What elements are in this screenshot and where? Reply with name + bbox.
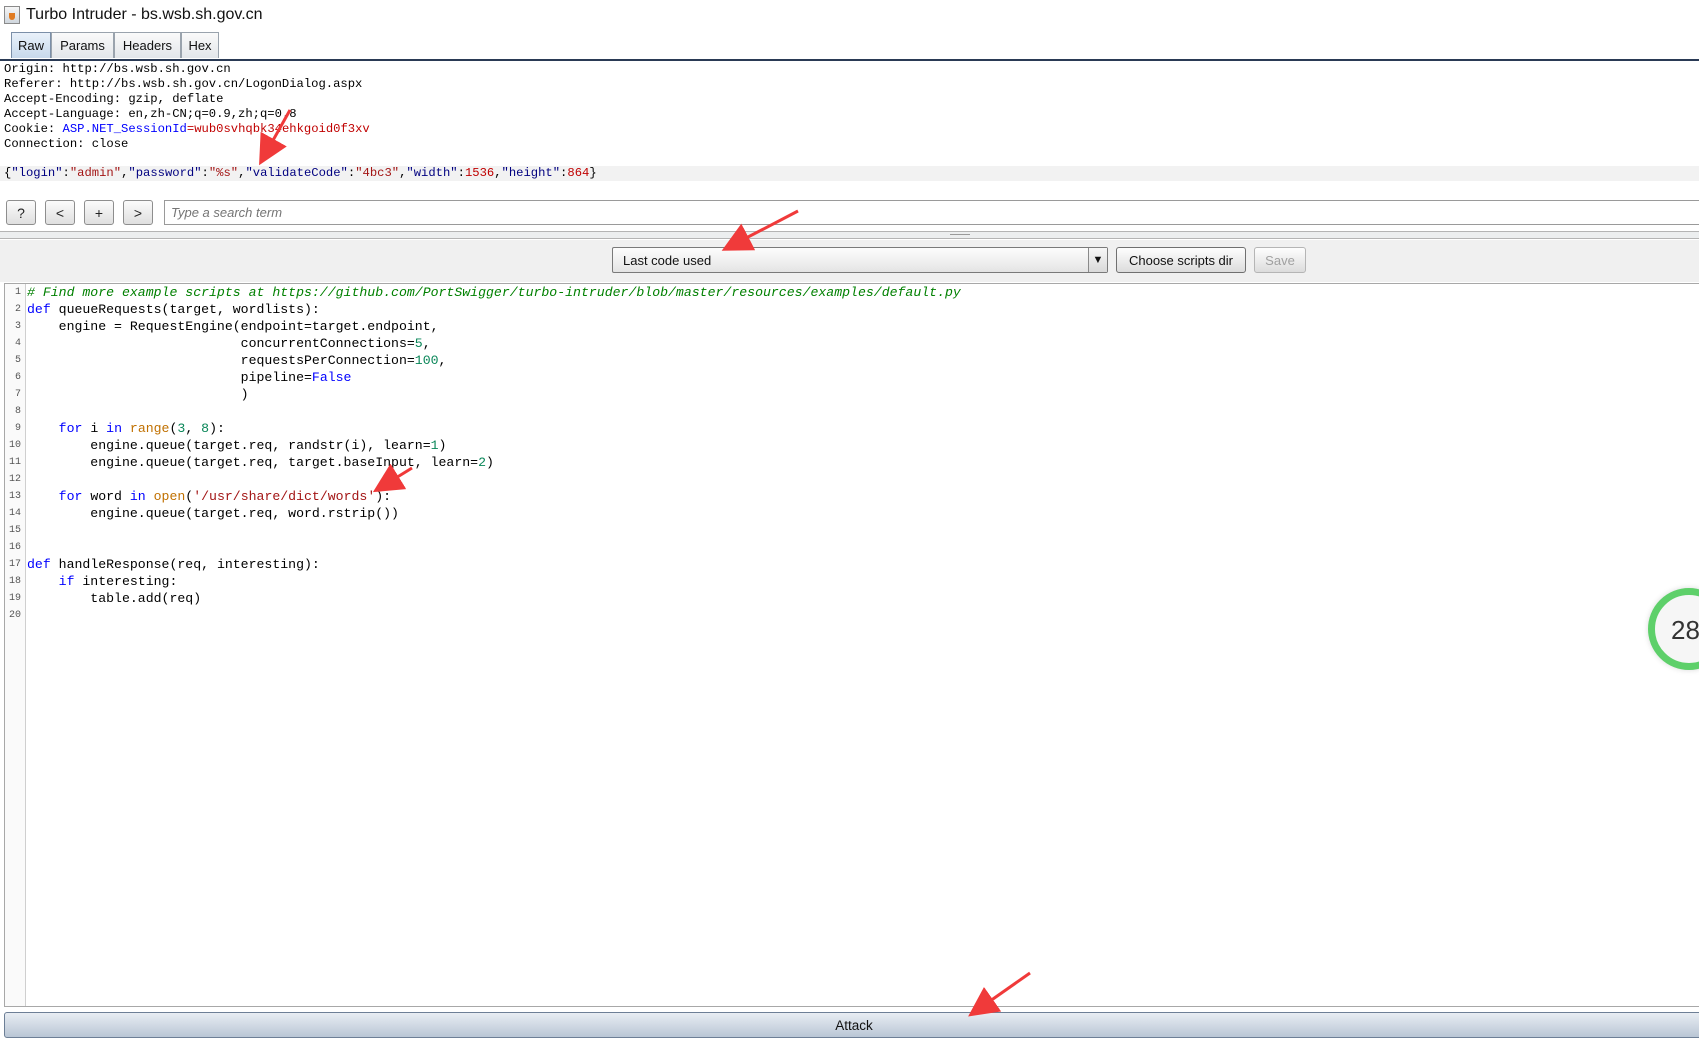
request-body-json: {"login":"admin","password":"%s","valida… [0, 166, 1699, 181]
tab-headers[interactable]: Headers [114, 32, 181, 58]
script-selector[interactable]: Last code used ▼ [612, 247, 1108, 273]
next-match-button[interactable]: > [123, 200, 153, 225]
search-bar: ? < + > [0, 196, 1699, 230]
code-line: def handleResponse(req, interesting): [27, 557, 320, 572]
help-button[interactable]: ? [6, 200, 36, 225]
code-line: requestsPerConnection=100, [27, 353, 447, 368]
tab-raw[interactable]: Raw [11, 32, 51, 58]
code-line: # Find more example scripts at https://g… [27, 285, 961, 300]
line-number: 12 [8, 474, 21, 485]
line-number: 5 [14, 355, 21, 366]
line-number: 9 [14, 423, 21, 434]
header-accept-language: Accept-Language: en,zh-CN;q=0.9,zh;q=0.8 [4, 107, 297, 121]
code-line: ) [27, 387, 249, 402]
selected-script-label: Last code used [623, 252, 712, 268]
line-number: 14 [8, 508, 21, 519]
line-number: 13 [8, 491, 21, 502]
search-input[interactable] [164, 200, 1699, 225]
code-line: engine.queue(target.req, randstr(i), lea… [27, 438, 447, 453]
cookie-name: ASP.NET_SessionId [62, 122, 187, 136]
previous-match-button[interactable]: < [45, 200, 75, 225]
cookie-value: wub0svhqbk34ehkgoid0f3xv [194, 122, 370, 136]
attack-button[interactable]: Attack [4, 1012, 1699, 1038]
code-line: if interesting: [58, 574, 178, 589]
code-line: def queueRequests(target, wordlists): [27, 302, 320, 317]
add-button[interactable]: + [84, 200, 114, 225]
raw-request-viewer[interactable]: Origin: http://bs.wsb.sh.gov.cn Referer:… [0, 62, 1699, 186]
line-number: 16 [8, 542, 21, 553]
line-number: 11 [8, 457, 21, 468]
header-accept-encoding: Accept-Encoding: gzip, deflate [4, 92, 224, 106]
code-line: for i in range(3, 8): [58, 421, 225, 436]
header-cookie: Cookie: ASP.NET_SessionId=wub0svhqbk34eh… [4, 122, 370, 136]
line-number: 4 [14, 338, 21, 349]
script-editor[interactable]: 1 2 3 4 5 6 7 8 9 10 11 12 13 14 15 16 1… [4, 283, 1699, 1007]
line-number: 19 [8, 593, 21, 604]
code-line: table.add(req) [27, 591, 202, 606]
code-line: engine.queue(target.req, word.rstrip()) [27, 506, 399, 521]
line-number-gutter: 1 2 3 4 5 6 7 8 9 10 11 12 13 14 15 16 1… [5, 284, 26, 1006]
line-number: 2 [14, 304, 21, 315]
code-line: for word in open('/usr/share/dict/words'… [58, 489, 392, 504]
request-view-tabs: Raw Params Headers Hex [0, 31, 1699, 61]
save-button[interactable]: Save [1254, 247, 1306, 273]
line-number: 18 [8, 576, 21, 587]
line-number: 10 [8, 440, 21, 451]
line-number: 1 [14, 287, 21, 298]
wordlist-path: '/usr/share/dict/words' [193, 489, 376, 504]
line-number: 8 [14, 406, 21, 417]
divider-grip-icon [950, 234, 970, 237]
code-line: engine.queue(target.req, target.baseInpu… [27, 455, 494, 470]
tab-hex[interactable]: Hex [181, 32, 219, 58]
tab-params[interactable]: Params [51, 32, 114, 58]
header-connection: Connection: close [4, 137, 129, 151]
script-controls: Last code used ▼ Choose scripts dir Save [0, 240, 1699, 282]
header-origin: Origin: http://bs.wsb.sh.gov.cn [4, 62, 231, 76]
title-bar: Turbo Intruder - bs.wsb.sh.gov.cn [0, 0, 1699, 30]
choose-scripts-dir-button[interactable]: Choose scripts dir [1116, 247, 1246, 273]
header-referer: Referer: http://bs.wsb.sh.gov.cn/LogonDi… [4, 77, 363, 91]
code-line: pipeline=False [27, 370, 352, 385]
line-number: 7 [14, 389, 21, 400]
line-number: 3 [14, 321, 21, 332]
badge-number: 28 [1671, 615, 1699, 645]
java-app-icon [4, 6, 20, 24]
code-line: engine = RequestEngine(endpoint=target.e… [27, 319, 439, 334]
split-pane-divider[interactable] [0, 231, 1699, 239]
dropdown-arrow-icon[interactable]: ▼ [1088, 248, 1107, 272]
line-number: 17 [8, 559, 21, 570]
code-line: concurrentConnections=5, [27, 336, 431, 351]
password-placeholder-value: "%s" [208, 166, 239, 180]
line-number: 20 [8, 610, 21, 621]
line-number: 6 [14, 372, 21, 383]
window-title: Turbo Intruder - bs.wsb.sh.gov.cn [26, 6, 263, 23]
line-number: 15 [8, 525, 21, 536]
